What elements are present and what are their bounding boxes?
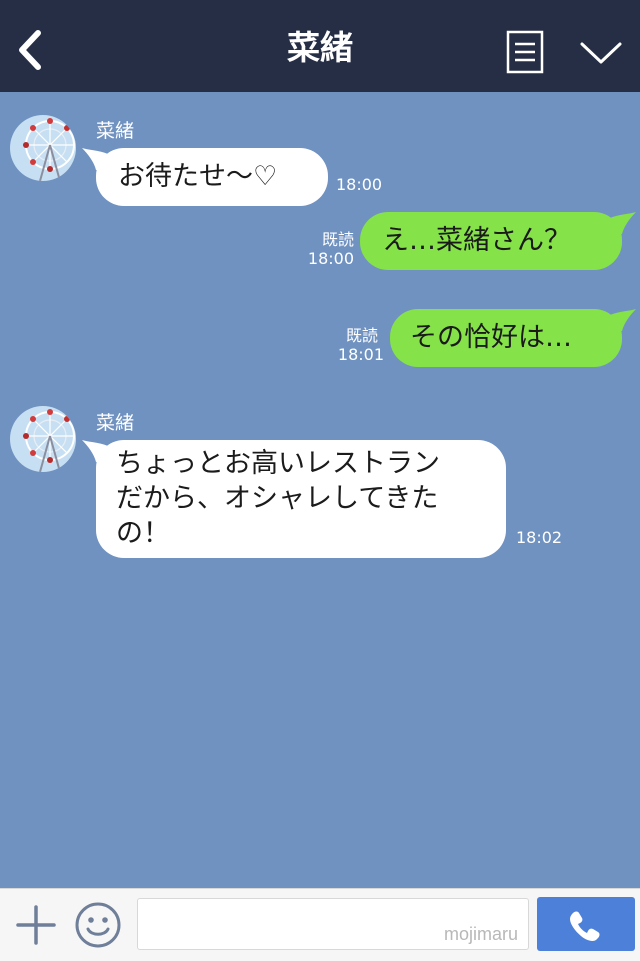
message-text: その恰好は…: [410, 322, 572, 353]
chat-header: 菜緒: [0, 0, 640, 92]
message-bubble[interactable]: その恰好は…: [390, 309, 636, 367]
message-input[interactable]: mojimaru: [137, 898, 529, 950]
add-button[interactable]: [14, 903, 58, 947]
phone-icon: [570, 911, 600, 941]
chevron-down-icon: [580, 42, 622, 64]
sender-name: 菜緒: [96, 412, 135, 434]
ferris-wheel-avatar-image: [10, 406, 76, 472]
input-bar: mojimaru: [0, 888, 640, 961]
message-text: え…菜緒さん？: [382, 225, 571, 256]
sender-name: 菜緒: [96, 120, 135, 142]
back-button[interactable]: [14, 28, 50, 72]
message-text: お待たせ〜♡: [118, 161, 278, 192]
avatar[interactable]: [10, 406, 76, 472]
avatar[interactable]: [10, 115, 76, 181]
emoji-button[interactable]: [74, 901, 122, 949]
bubble-tail: [610, 212, 636, 234]
plus-icon: [16, 905, 56, 945]
message-text: ちょっとお高いレストラン だから、オシャレしてきた の！: [116, 448, 440, 549]
read-receipt: 既読: [345, 326, 378, 345]
message-time: 18:01: [337, 345, 384, 364]
watermark-text: mojimaru: [443, 924, 518, 944]
call-button[interactable]: [537, 897, 635, 951]
bubble-tail: [610, 309, 636, 331]
bubble-tail: [82, 440, 108, 462]
read-receipt: 既読: [321, 230, 354, 249]
bubble-tail: [82, 148, 108, 170]
message-time: 18:02: [516, 528, 563, 547]
message-time: 18:00: [336, 175, 383, 194]
note-list-icon: [506, 30, 544, 74]
chat-area[interactable]: 菜緒 お待たせ〜♡ 18:00 既読 18:00 え…菜緒さん？ 既読 18:0…: [0, 92, 640, 888]
message-bubble[interactable]: ちょっとお高いレストラン だから、オシャレしてきた の！: [82, 440, 506, 558]
more-options-button[interactable]: [578, 34, 624, 70]
message-bubble[interactable]: お待たせ〜♡: [82, 148, 328, 206]
note-list-button[interactable]: [506, 30, 544, 74]
chat-title: 菜緒: [287, 28, 353, 67]
ferris-wheel-avatar-image: [10, 115, 76, 181]
message-bubble[interactable]: え…菜緒さん？: [360, 212, 636, 270]
message-time: 18:00: [307, 249, 354, 268]
chevron-left-icon: [19, 30, 41, 70]
smiley-icon: [75, 902, 121, 948]
